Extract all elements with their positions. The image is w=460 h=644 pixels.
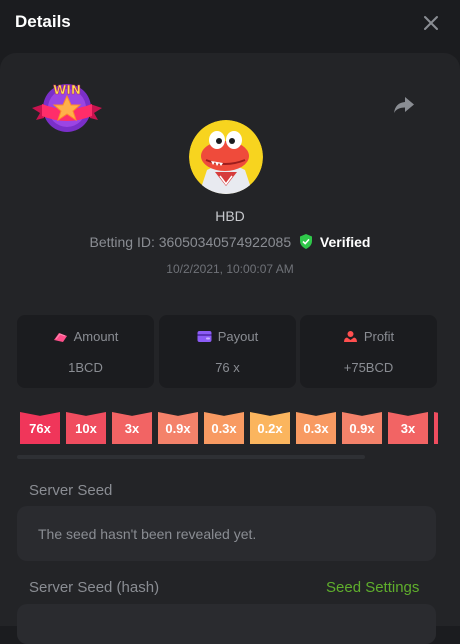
profit-value: +75BCD	[343, 360, 394, 375]
close-icon[interactable]	[420, 12, 442, 34]
wallet-icon	[197, 331, 212, 342]
verified-label[interactable]: Verified	[320, 234, 371, 250]
history-chip[interactable]: 3x	[112, 412, 152, 444]
history-chip[interactable]: 3x	[388, 412, 428, 444]
server-seed-hash-field[interactable]	[17, 604, 436, 644]
history-chip[interactable]	[434, 412, 438, 444]
round-history[interactable]: 76x 10x 3x 0.9x 0.3x 0.2x 0.3x 0.9x 3x	[20, 412, 438, 444]
betting-id-label: Betting ID:	[89, 234, 155, 250]
history-chip[interactable]: 0.9x	[342, 412, 382, 444]
history-chip[interactable]: 76x	[20, 412, 60, 444]
win-badge-icon: WIN	[32, 83, 102, 132]
history-chip[interactable]: 10x	[66, 412, 106, 444]
avatar	[189, 120, 263, 194]
payout-value: 76 x	[215, 360, 240, 375]
coins-icon	[53, 333, 67, 342]
win-badge-text: WIN	[53, 83, 81, 97]
verified-shield-icon	[300, 234, 313, 249]
betting-id-value[interactable]: 36050340574922085	[159, 234, 291, 250]
payout-label: Payout	[217, 329, 259, 344]
profit-card: Profit +75BCD	[300, 315, 437, 388]
profit-icon	[343, 331, 357, 342]
server-seed-value: The seed hasn't been revealed yet.	[38, 526, 257, 542]
share-icon[interactable]	[393, 95, 415, 115]
history-scrollbar[interactable]	[17, 455, 365, 459]
history-chip[interactable]: 0.2x	[250, 412, 290, 444]
server-seed-label: Server Seed	[29, 482, 113, 499]
page-title: Details	[15, 12, 71, 31]
bet-timestamp: 10/2/2021, 10:00:07 AM	[166, 262, 294, 276]
server-seed-hash-label: Server Seed (hash)	[29, 579, 160, 596]
server-seed-field[interactable]: The seed hasn't been revealed yet.	[17, 506, 436, 561]
history-chip[interactable]: 0.9x	[158, 412, 198, 444]
profit-label: Profit	[363, 329, 395, 344]
betting-id-row: Betting ID: 36050340574922085 Verified	[0, 234, 460, 250]
seed-settings-link[interactable]: Seed Settings	[326, 579, 419, 596]
payout-card: Payout 76 x	[159, 315, 296, 388]
amount-card: Amount 1BCD	[17, 315, 154, 388]
history-chip[interactable]: 0.3x	[204, 412, 244, 444]
username: HBD	[215, 208, 245, 224]
history-chip[interactable]: 0.3x	[296, 412, 336, 444]
amount-value: 1BCD	[68, 360, 103, 375]
amount-label: Amount	[73, 329, 119, 344]
details-header: Details	[0, 0, 460, 46]
